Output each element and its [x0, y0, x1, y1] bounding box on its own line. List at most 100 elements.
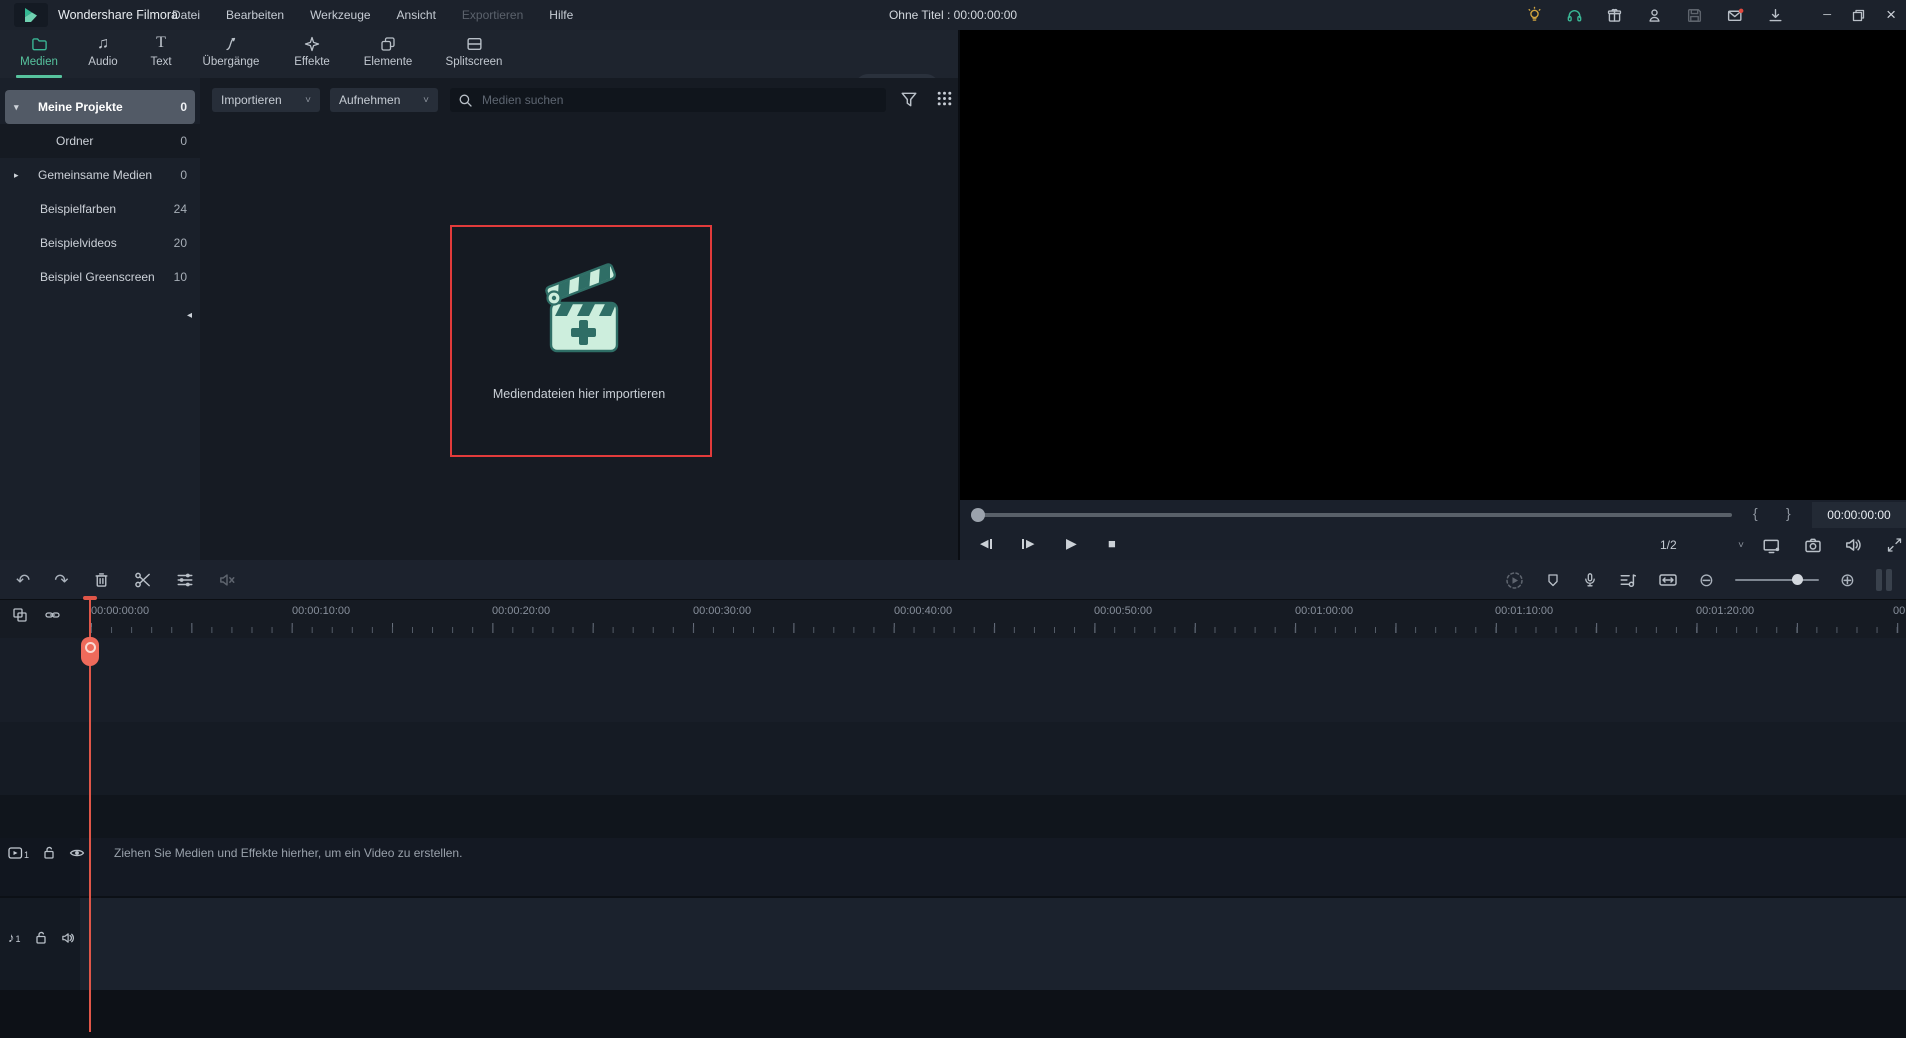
tab-splitscreen[interactable]: Splitscreen — [432, 34, 516, 78]
mark-out-icon[interactable]: } — [1786, 505, 1791, 521]
item-count: 24 — [173, 202, 187, 216]
app-title: Wondershare Filmora — [58, 8, 178, 22]
sidebar-item-beispiel-greenscreen[interactable]: Beispiel Greenscreen 10 — [0, 260, 200, 294]
record-dropdown[interactable]: Aufnehmen ˅ — [330, 88, 438, 112]
download-icon[interactable] — [1767, 7, 1784, 24]
ruler-label: 00:00:40:00 — [894, 605, 953, 617]
ruler-label: 00:01:10:00 — [1495, 605, 1554, 617]
feedback-mail-icon[interactable] — [1726, 7, 1744, 24]
expand-right-icon[interactable]: ▸ — [14, 170, 19, 181]
sidebar-item-label: Beispielfarben — [40, 202, 117, 216]
mute-audio-icon — [218, 571, 236, 589]
sidebar-collapse-icon[interactable]: ◂ — [187, 310, 192, 321]
timeline-bottom-area — [0, 990, 1906, 1038]
import-label: Importieren — [221, 93, 282, 107]
menu-hilfe[interactable]: Hilfe — [549, 8, 573, 22]
elements-icon — [380, 34, 396, 52]
ruler-label: 00:01:00:00 — [1295, 605, 1354, 617]
minimize-button[interactable]: ─ — [1823, 9, 1831, 21]
voiceover-mic-icon[interactable] — [1582, 571, 1598, 589]
import-dropdown[interactable]: Importieren ˅ — [212, 88, 320, 112]
manage-tracks-icon[interactable] — [12, 607, 28, 623]
timeline-empty-band-upper[interactable] — [0, 638, 1906, 722]
preview-quality-dropdown[interactable]: 1/2 ˅ — [1656, 534, 1748, 556]
menu-ansicht[interactable]: Ansicht — [397, 8, 436, 22]
lock-icon[interactable] — [34, 930, 48, 945]
preview-scrub-thumb[interactable] — [971, 508, 985, 522]
sidebar-item-ordner[interactable]: Ordner 0 — [0, 124, 200, 158]
fullscreen-icon[interactable] — [1886, 537, 1903, 553]
audio-track-number: 1 — [15, 934, 21, 944]
text-T-icon: T — [156, 34, 166, 51]
filter-funnel-icon[interactable] — [900, 90, 918, 109]
speaker-icon[interactable] — [61, 931, 76, 945]
restore-button[interactable] — [1852, 9, 1865, 22]
audio-track-controls: ♪ 1 — [8, 930, 76, 945]
document-title: Ohne Titel : 00:00:00:00 — [888, 8, 1018, 22]
zoom-out-icon[interactable]: ⊖ — [1699, 571, 1714, 589]
play-button[interactable]: ▶ — [1066, 535, 1077, 552]
snapshot-camera-icon[interactable] — [1804, 537, 1822, 554]
menu-werkzeuge[interactable]: Werkzeuge — [310, 8, 370, 22]
playhead-handle[interactable] — [81, 637, 99, 666]
adjust-sliders-icon[interactable] — [176, 571, 194, 589]
search-input[interactable] — [480, 92, 878, 108]
mark-in-icon[interactable]: { — [1753, 505, 1758, 521]
split-scissors-icon[interactable] — [134, 571, 152, 589]
timeline-empty-band-lower[interactable] — [0, 722, 1906, 795]
item-count: 20 — [173, 236, 187, 250]
volume-speaker-icon[interactable] — [1844, 536, 1863, 554]
timeline-view-tools: ⊖ ⊕ — [1505, 560, 1892, 600]
undo-icon[interactable]: ↶ — [16, 572, 30, 589]
tab-effekte[interactable]: Effekte — [270, 34, 354, 78]
video-clip-icon: 1 — [8, 846, 29, 860]
tips-lightbulb-icon[interactable] — [1526, 6, 1543, 24]
zoom-slider-thumb[interactable] — [1791, 574, 1803, 585]
expand-down-icon[interactable]: ▾ — [14, 102, 19, 113]
stop-button[interactable]: ■ — [1108, 536, 1116, 551]
redo-icon[interactable]: ↷ — [54, 572, 68, 589]
render-preview-icon — [1505, 571, 1524, 590]
clapperboard-icon — [524, 260, 636, 356]
tab-label: Effekte — [294, 56, 330, 68]
preview-scrub-track[interactable] — [972, 513, 1732, 517]
step-back-icon: ◀ — [980, 538, 989, 550]
ruler-label-partial: 00: — [1893, 605, 1906, 617]
close-button[interactable]: × — [1886, 5, 1896, 25]
audio-mixer-icon[interactable] — [1619, 571, 1637, 589]
gift-icon[interactable] — [1606, 7, 1623, 24]
ruler-label: 00:00:30:00 — [693, 605, 752, 617]
menu-bearbeiten[interactable]: Bearbeiten — [226, 8, 284, 22]
step-forward-icon: ▶ — [1026, 538, 1035, 550]
panel-handle-icon[interactable] — [1876, 569, 1892, 591]
sidebar-item-beispielfarben[interactable]: Beispielfarben 24 — [0, 192, 200, 226]
playhead-top-tick[interactable] — [83, 596, 97, 600]
lock-icon[interactable] — [42, 845, 56, 860]
sidebar-item-gemeinsame-medien[interactable]: ▸ Gemeinsame Medien 0 — [0, 158, 200, 192]
delete-trash-icon[interactable] — [93, 571, 110, 589]
sidebar-item-beispielvideos[interactable]: Beispielvideos 20 — [0, 226, 200, 260]
audio-notes-icon: ♫ — [97, 35, 109, 52]
support-headset-icon[interactable] — [1566, 7, 1583, 24]
media-search[interactable] — [450, 88, 886, 112]
snap-link-icon[interactable] — [44, 607, 61, 623]
account-icon[interactable] — [1646, 7, 1663, 24]
timeline-zoom-slider[interactable] — [1734, 574, 1819, 585]
sidebar-item-meine-projekte[interactable]: ▾ Meine Projekte 0 — [5, 90, 195, 124]
menu-datei[interactable]: Datei — [172, 8, 200, 22]
audio-track[interactable] — [0, 898, 1906, 990]
timeline-ruler[interactable]: 00:00:00:00 00:00:10:00 00:00:20:00 00:0… — [0, 600, 1906, 638]
eye-visibility-icon[interactable] — [69, 846, 85, 860]
fit-timeline-icon[interactable] — [1658, 571, 1678, 589]
grid-view-icon[interactable] — [936, 90, 953, 107]
next-frame-button[interactable]: ▶ — [1022, 537, 1034, 550]
previous-frame-button[interactable]: ◀ — [980, 537, 993, 550]
tab-label: Elemente — [363, 56, 413, 68]
tab-elemente[interactable]: Elemente — [346, 34, 430, 78]
zoom-in-icon[interactable]: ⊕ — [1840, 571, 1855, 589]
tab-uebergaenge[interactable]: Übergänge — [189, 34, 273, 78]
marker-icon[interactable] — [1545, 572, 1561, 589]
audio-note-icon: ♪ 1 — [8, 930, 21, 945]
play-on-second-display-icon[interactable] — [1762, 537, 1781, 555]
item-count: 10 — [173, 270, 187, 284]
